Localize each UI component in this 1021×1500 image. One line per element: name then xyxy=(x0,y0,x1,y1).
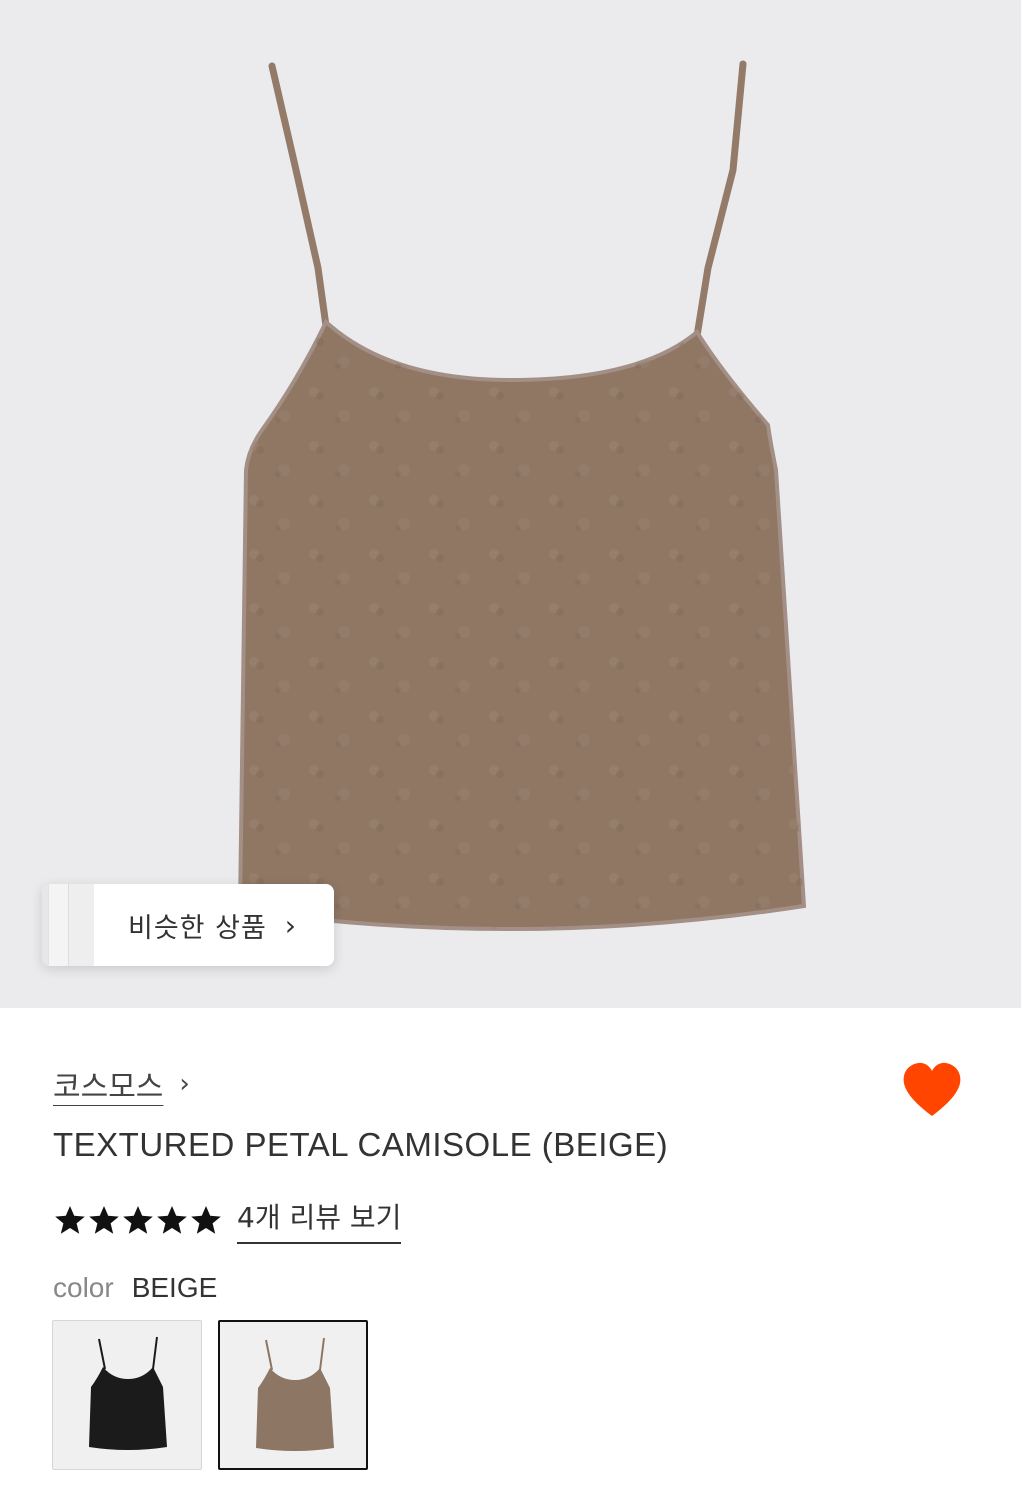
swatch-camisole-image xyxy=(89,1336,167,1450)
brand-name[interactable]: 코스모스 xyxy=(53,1062,163,1106)
heart-icon xyxy=(903,1062,961,1116)
color-value: BEIGE xyxy=(131,1272,218,1303)
color-row: color BEIGE xyxy=(53,1272,217,1304)
color-label: color xyxy=(53,1272,114,1303)
star-icon xyxy=(191,1206,221,1234)
star-icon xyxy=(157,1206,187,1234)
product-image[interactable]: 비슷한 상품 › xyxy=(0,0,1021,1008)
rating-row: 4개 리뷰 보기 xyxy=(53,1196,402,1244)
product-title: TEXTURED PETAL CAMISOLE (BEIGE) xyxy=(53,1126,669,1163)
brand-link[interactable]: 코스모스 › xyxy=(53,1062,190,1106)
swatch-camisole-image xyxy=(256,1337,334,1451)
swatch-beige[interactable] xyxy=(218,1320,368,1470)
chevron-right-icon: › xyxy=(179,1069,190,1099)
wishlist-heart-button[interactable] xyxy=(900,1060,964,1120)
similar-products-button[interactable]: 비슷한 상품 › xyxy=(42,884,334,966)
reviews-link[interactable]: 4개 리뷰 보기 xyxy=(237,1196,402,1244)
color-swatches xyxy=(52,1320,384,1470)
swatch-black[interactable] xyxy=(52,1320,202,1470)
star-icon xyxy=(89,1206,119,1234)
star-icon xyxy=(123,1206,153,1234)
camisole-image xyxy=(237,60,807,932)
similar-products-label: 비슷한 상품 xyxy=(128,912,267,944)
rating-stars xyxy=(53,1204,223,1236)
chevron-right-icon: › xyxy=(284,908,296,942)
star-icon xyxy=(55,1206,85,1234)
similar-thumbnails xyxy=(42,884,94,966)
